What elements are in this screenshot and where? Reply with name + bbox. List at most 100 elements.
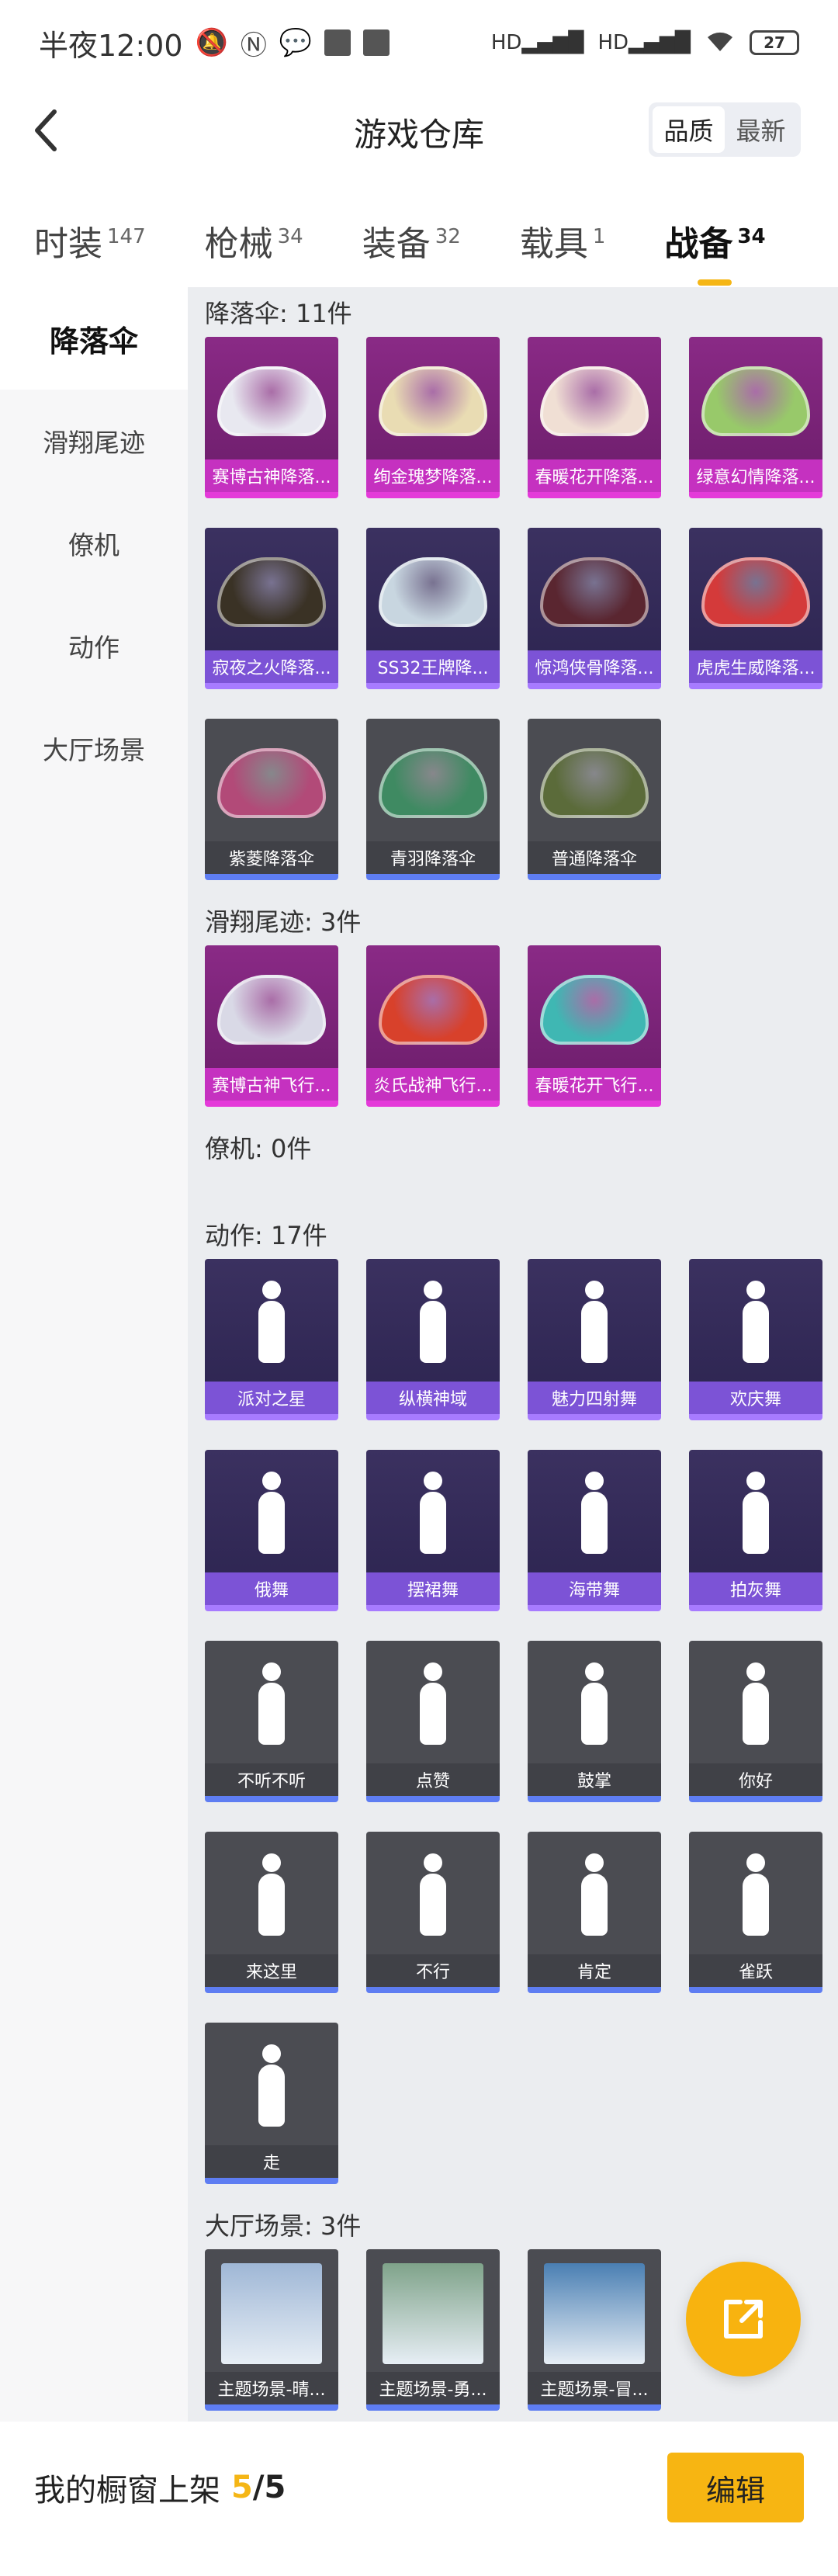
item-card[interactable]: 点赞 (366, 1641, 500, 1802)
item-card[interactable]: 寂夜之火降落... (205, 528, 338, 689)
item-card[interactable]: 主题场景-勇... (366, 2249, 500, 2411)
parachute-preview (379, 748, 487, 818)
item-label: 派对之星 (205, 1382, 338, 1414)
share-button[interactable] (686, 2262, 801, 2377)
item-card[interactable]: 魅力四射舞 (528, 1259, 661, 1420)
item-label: 紫菱降落伞 (205, 841, 338, 874)
wifi-icon (705, 28, 736, 58)
tab-combat-gear[interactable]: 战备 34 (664, 216, 766, 286)
item-card[interactable]: 拍灰舞 (689, 1450, 822, 1611)
item-card[interactable]: 纵横神域 (366, 1259, 500, 1420)
sidebar-item-glide-trail[interactable]: 滑翔尾迹 (0, 390, 188, 492)
item-card[interactable]: 摆裙舞 (366, 1450, 500, 1611)
parachute-preview (217, 366, 326, 436)
sort-latest-button[interactable]: 最新 (725, 106, 797, 153)
item-card[interactable]: 赛博古神飞行... (205, 945, 338, 1107)
item-card[interactable]: 春暖花开降落... (528, 337, 661, 498)
item-label: 惊鸿侠骨降落... (528, 650, 661, 683)
item-label: 春暖花开飞行... (528, 1068, 661, 1101)
mute-icon: 🔕 (195, 27, 228, 58)
item-label: 普通降落伞 (528, 841, 661, 874)
emote-figure-icon (575, 1281, 614, 1366)
sidebar-item-wingman[interactable]: 僚机 (0, 492, 188, 595)
item-card[interactable]: 派对之星 (205, 1259, 338, 1420)
item-label: 鼓掌 (528, 1763, 661, 1796)
glide-trail-preview (379, 975, 487, 1045)
parachute-preview (701, 557, 810, 627)
item-card[interactable]: 俄舞 (205, 1450, 338, 1611)
tab-vehicles[interactable]: 载具 1 (520, 216, 606, 265)
item-label: 摆裙舞 (366, 1572, 500, 1605)
signal-icon: HD▂▄▆█ (490, 31, 584, 54)
active-tab-indicator (698, 279, 732, 286)
sidebar-item-emote[interactable]: 动作 (0, 595, 188, 697)
item-card[interactable]: 鼓掌 (528, 1641, 661, 1802)
emote-figure-icon (252, 1853, 291, 1939)
item-card[interactable]: 不行 (366, 1832, 500, 1993)
sidebar-item-parachute[interactable]: 降落伞 (0, 287, 188, 390)
item-card[interactable]: 走 (205, 2023, 338, 2184)
item-card[interactable]: 不听不听 (205, 1641, 338, 1802)
item-grid (205, 1172, 833, 1194)
item-grid: 赛博古神飞行... 炎氏战神飞行... 春暖花开飞行... (205, 945, 833, 1107)
scene-preview (221, 2263, 322, 2364)
item-label: 纵横神域 (366, 1382, 500, 1414)
edit-button[interactable]: 编辑 (667, 2453, 804, 2522)
item-card[interactable]: 惊鸿侠骨降落... (528, 528, 661, 689)
item-card[interactable]: 欢庆舞 (689, 1259, 822, 1420)
item-card[interactable]: SS32王牌降... (366, 528, 500, 689)
bottom-bar: 我的橱窗上架 5 /5 编辑 (0, 2422, 838, 2576)
item-label: 青羽降落伞 (366, 841, 500, 874)
glide-trail-preview (540, 975, 649, 1045)
signal-icon: HD▂▄▆█ (597, 31, 691, 54)
emote-figure-icon (575, 1853, 614, 1939)
emote-figure-icon (575, 1472, 614, 1557)
item-card[interactable]: 你好 (689, 1641, 822, 1802)
item-label: SS32王牌降... (366, 650, 500, 683)
item-card[interactable]: 主题场景-晴... (205, 2249, 338, 2411)
sidebar-item-lobby-scene[interactable]: 大厅场景 (0, 697, 188, 799)
scene-preview (544, 2263, 645, 2364)
external-link-icon (724, 2300, 763, 2339)
item-card[interactable]: 赛博古神降落... (205, 337, 338, 498)
item-thumbnail (205, 1259, 338, 1388)
notification-icon (324, 29, 351, 56)
item-card[interactable]: 主题场景-冒... (528, 2249, 661, 2411)
item-card[interactable]: 虎虎生威降落... (689, 528, 822, 689)
item-card[interactable]: 绚金瑰梦降落... (366, 337, 500, 498)
item-card[interactable]: 绿意幻情降落... (689, 337, 822, 498)
item-card[interactable]: 青羽降落伞 (366, 719, 500, 880)
showcase-status: 我的橱窗上架 5 /5 (34, 2453, 286, 2522)
tab-firearms[interactable]: 枪械 34 (205, 216, 303, 265)
emote-figure-icon (414, 1662, 452, 1748)
tab-equipment[interactable]: 装备 32 (362, 216, 461, 265)
emote-figure-icon (736, 1472, 775, 1557)
notification-icon (363, 29, 390, 56)
item-card[interactable]: 来这里 (205, 1832, 338, 1993)
item-card[interactable]: 炎氏战神飞行... (366, 945, 500, 1107)
emote-figure-icon (414, 1281, 452, 1366)
item-thumbnail (689, 1641, 822, 1770)
section-title: 动作: 17件 (205, 1221, 327, 1250)
item-thumbnail (528, 945, 661, 1074)
item-thumbnail (528, 2249, 661, 2378)
item-label: 赛博古神降落... (205, 459, 338, 492)
item-label: 炎氏战神飞行... (366, 1068, 500, 1101)
item-thumbnail (689, 1450, 822, 1579)
item-card[interactable]: 春暖花开飞行... (528, 945, 661, 1107)
item-label: 欢庆舞 (689, 1382, 822, 1414)
item-card[interactable]: 普通降落伞 (528, 719, 661, 880)
parachute-preview (540, 557, 649, 627)
emote-figure-icon (575, 1662, 614, 1748)
tab-fashion[interactable]: 时装 147 (34, 216, 146, 265)
item-thumbnail (366, 2249, 500, 2378)
item-card[interactable]: 肯定 (528, 1832, 661, 1993)
item-card[interactable]: 雀跃 (689, 1832, 822, 1993)
item-label: 主题场景-勇... (366, 2372, 500, 2404)
sort-quality-button[interactable]: 品质 (653, 106, 725, 153)
item-card[interactable]: 紫菱降落伞 (205, 719, 338, 880)
item-card[interactable]: 海带舞 (528, 1450, 661, 1611)
showcase-current: 5 (231, 2470, 253, 2505)
item-thumbnail (205, 1450, 338, 1579)
battery-icon: 27 (750, 30, 799, 55)
